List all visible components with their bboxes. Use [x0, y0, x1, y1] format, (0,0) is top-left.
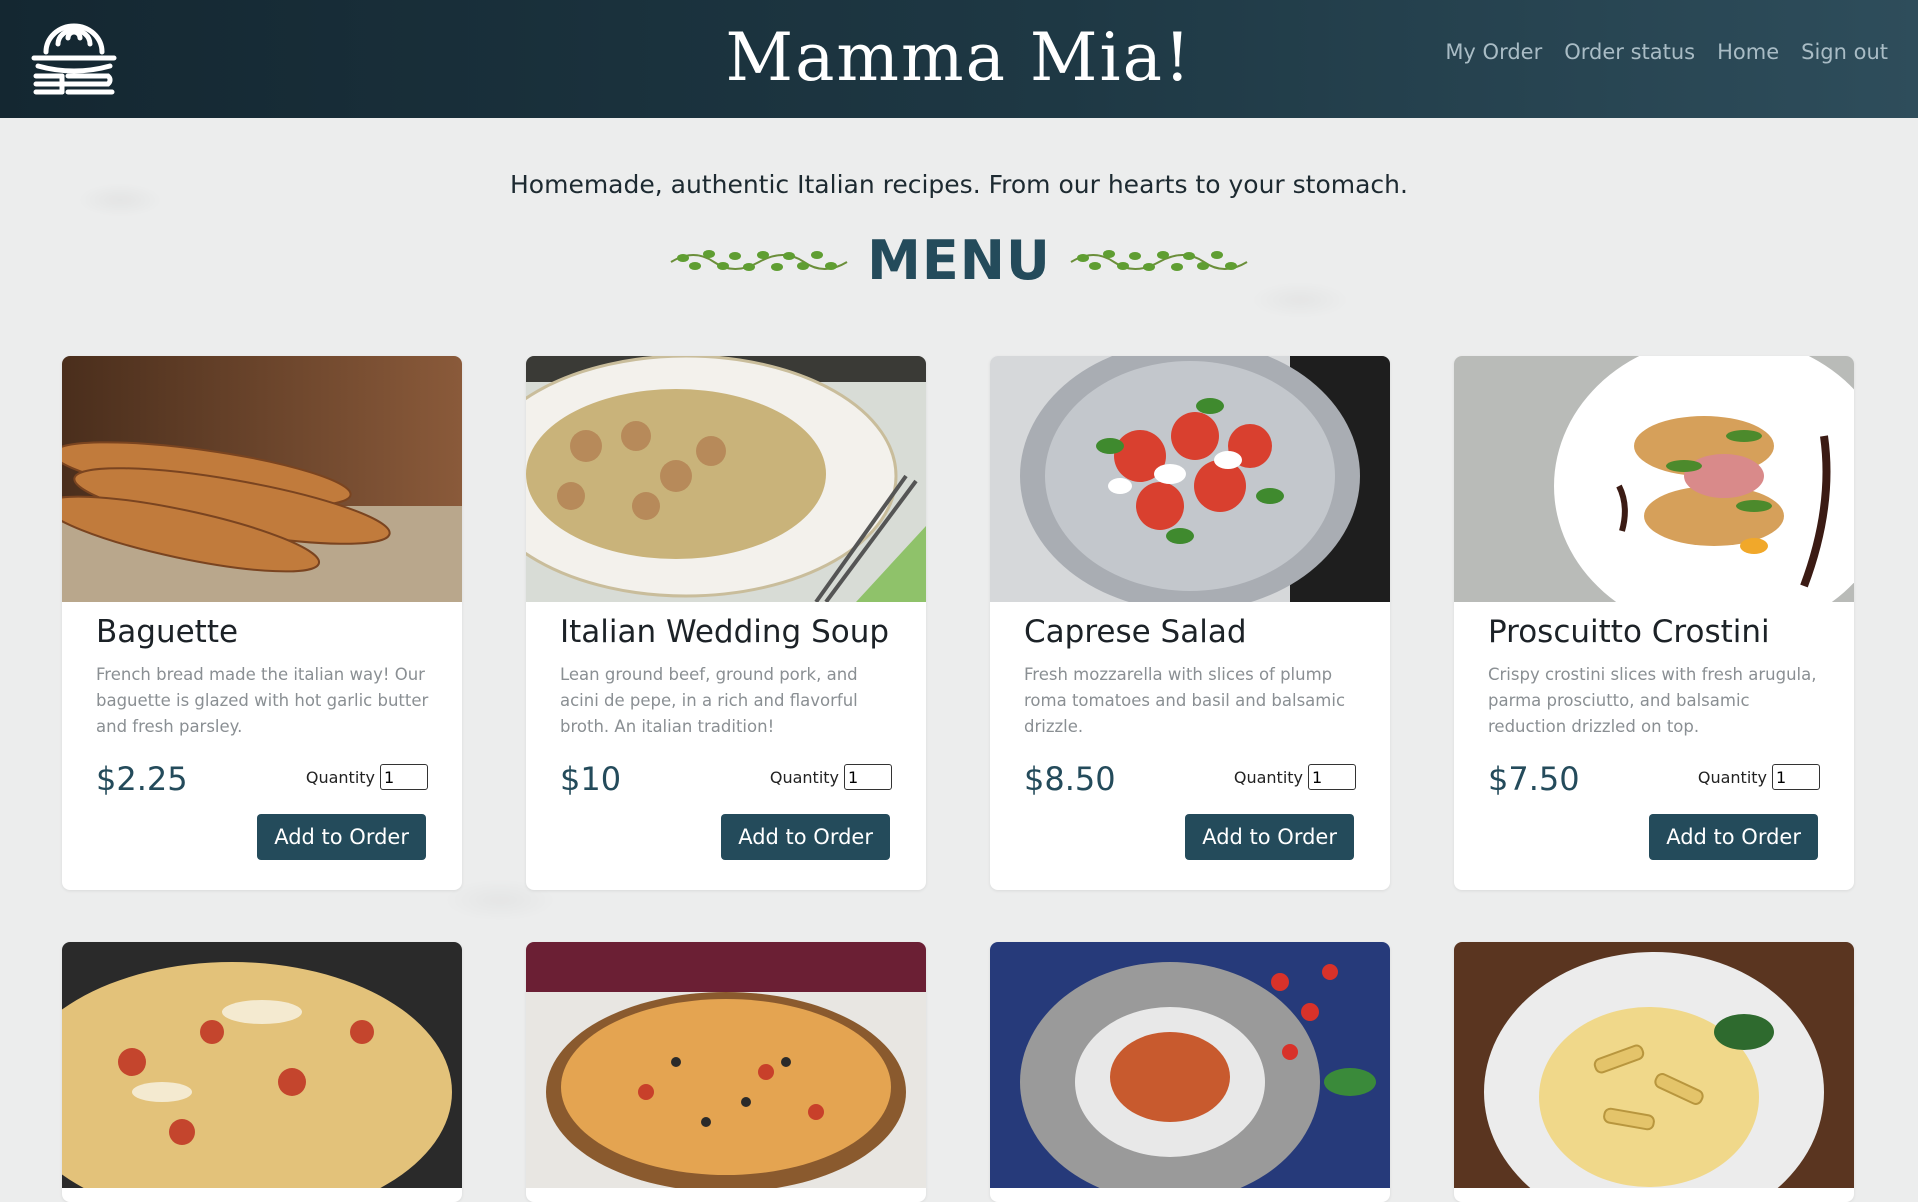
nav-my-order[interactable]: My Order [1445, 40, 1542, 64]
menu-card [62, 942, 462, 1202]
menu-card [1454, 942, 1854, 1202]
baguette-photo [62, 356, 462, 602]
item-name: Italian Wedding Soup [560, 614, 890, 650]
menu-card: Italian Wedding Soup Lean ground beef, g… [526, 356, 926, 890]
menu-card: Caprese Salad Fresh mozzarella with slic… [990, 356, 1390, 890]
item-description: Crispy crostini slices with fresh arugul… [1488, 665, 1817, 736]
salad-photo [990, 356, 1390, 602]
spaghetti-photo [990, 942, 1390, 1188]
item-name: Caprese Salad [1024, 614, 1247, 650]
add-to-order-button[interactable]: Add to Order [721, 814, 890, 860]
quantity-label: Quantity [1697, 767, 1767, 787]
quantity-input[interactable] [1308, 764, 1356, 790]
quantity-control: Quantity [770, 764, 892, 790]
penne-photo [1454, 942, 1854, 1188]
quantity-input[interactable] [380, 764, 428, 790]
item-price: $2.25 [96, 760, 188, 798]
soup-photo [526, 356, 926, 602]
vine-icon [670, 250, 848, 271]
pizza-slice-photo [62, 942, 462, 1188]
item-description: Lean ground beef, ground pork, and acini… [560, 665, 858, 736]
item-description: Fresh mozzarella with slices of plump ro… [1024, 665, 1346, 736]
add-to-order-button[interactable]: Add to Order [1185, 814, 1354, 860]
menu-card [526, 942, 926, 1202]
quantity-control: Quantity [1698, 764, 1820, 790]
menu-card: Proscuitto Crostini Crispy crostini slic… [1454, 356, 1854, 890]
item-description: French bread made the italian way! Our b… [96, 665, 429, 736]
nav-order-status[interactable]: Order status [1564, 40, 1695, 64]
crostini-photo [1454, 356, 1854, 602]
quantity-label: Quantity [305, 767, 375, 787]
menu-heading: MENU [0, 222, 1918, 298]
top-header: Mamma Mia! My Order Order status Home Si… [0, 0, 1918, 118]
quantity-control: Quantity [1234, 764, 1356, 790]
quantity-input[interactable] [1772, 764, 1820, 790]
item-name: Baguette [96, 614, 239, 650]
nav-sign-out[interactable]: Sign out [1801, 40, 1888, 64]
add-to-order-button[interactable]: Add to Order [1649, 814, 1818, 860]
quantity-label: Quantity [769, 767, 839, 787]
tagline: Homemade, authentic Italian recipes. Fro… [510, 170, 1408, 199]
vine-icon [1070, 250, 1248, 271]
quantity-input[interactable] [844, 764, 892, 790]
menu-title: MENU [867, 228, 1051, 292]
pizza-photo [526, 942, 926, 1188]
nav-home[interactable]: Home [1717, 40, 1779, 64]
item-price: $7.50 [1488, 760, 1580, 798]
quantity-label: Quantity [1233, 767, 1303, 787]
menu-card [990, 942, 1390, 1202]
add-to-order-button[interactable]: Add to Order [257, 814, 426, 860]
item-price: $10 [560, 760, 622, 798]
item-price: $8.50 [1024, 760, 1116, 798]
quantity-control: Quantity [306, 764, 428, 790]
item-name: Proscuitto Crostini [1488, 614, 1770, 650]
menu-card: Baguette French bread made the italian w… [62, 356, 462, 890]
main-nav: My Order Order status Home Sign out [1445, 40, 1888, 64]
